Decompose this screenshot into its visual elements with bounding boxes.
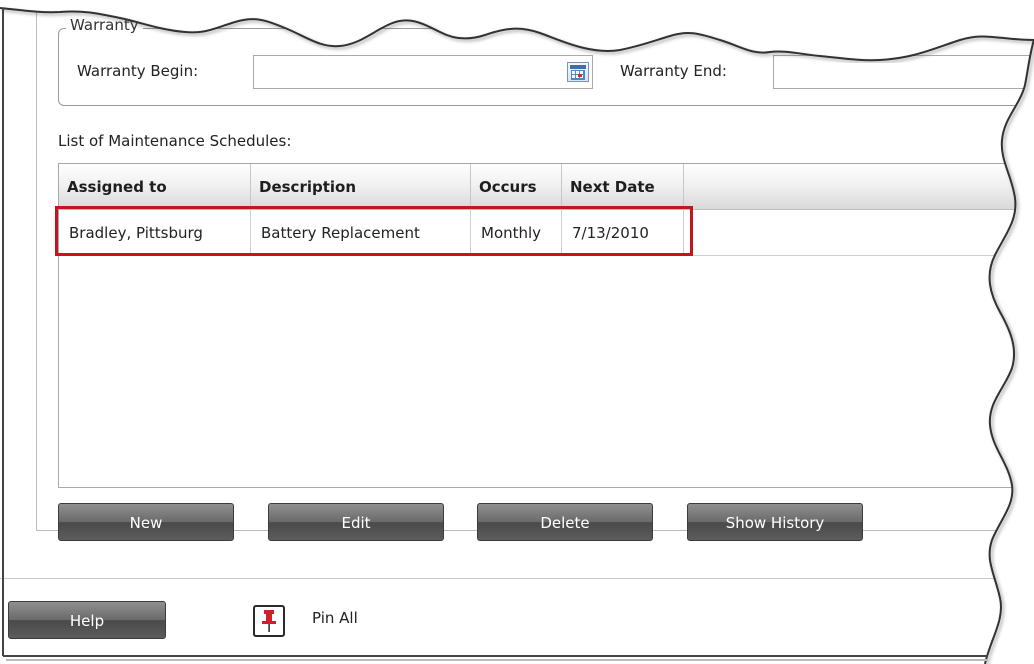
torn-edge-overlay <box>0 0 1034 664</box>
screen: Warranty Warranty Begin: Warranty End: L… <box>0 0 1034 664</box>
